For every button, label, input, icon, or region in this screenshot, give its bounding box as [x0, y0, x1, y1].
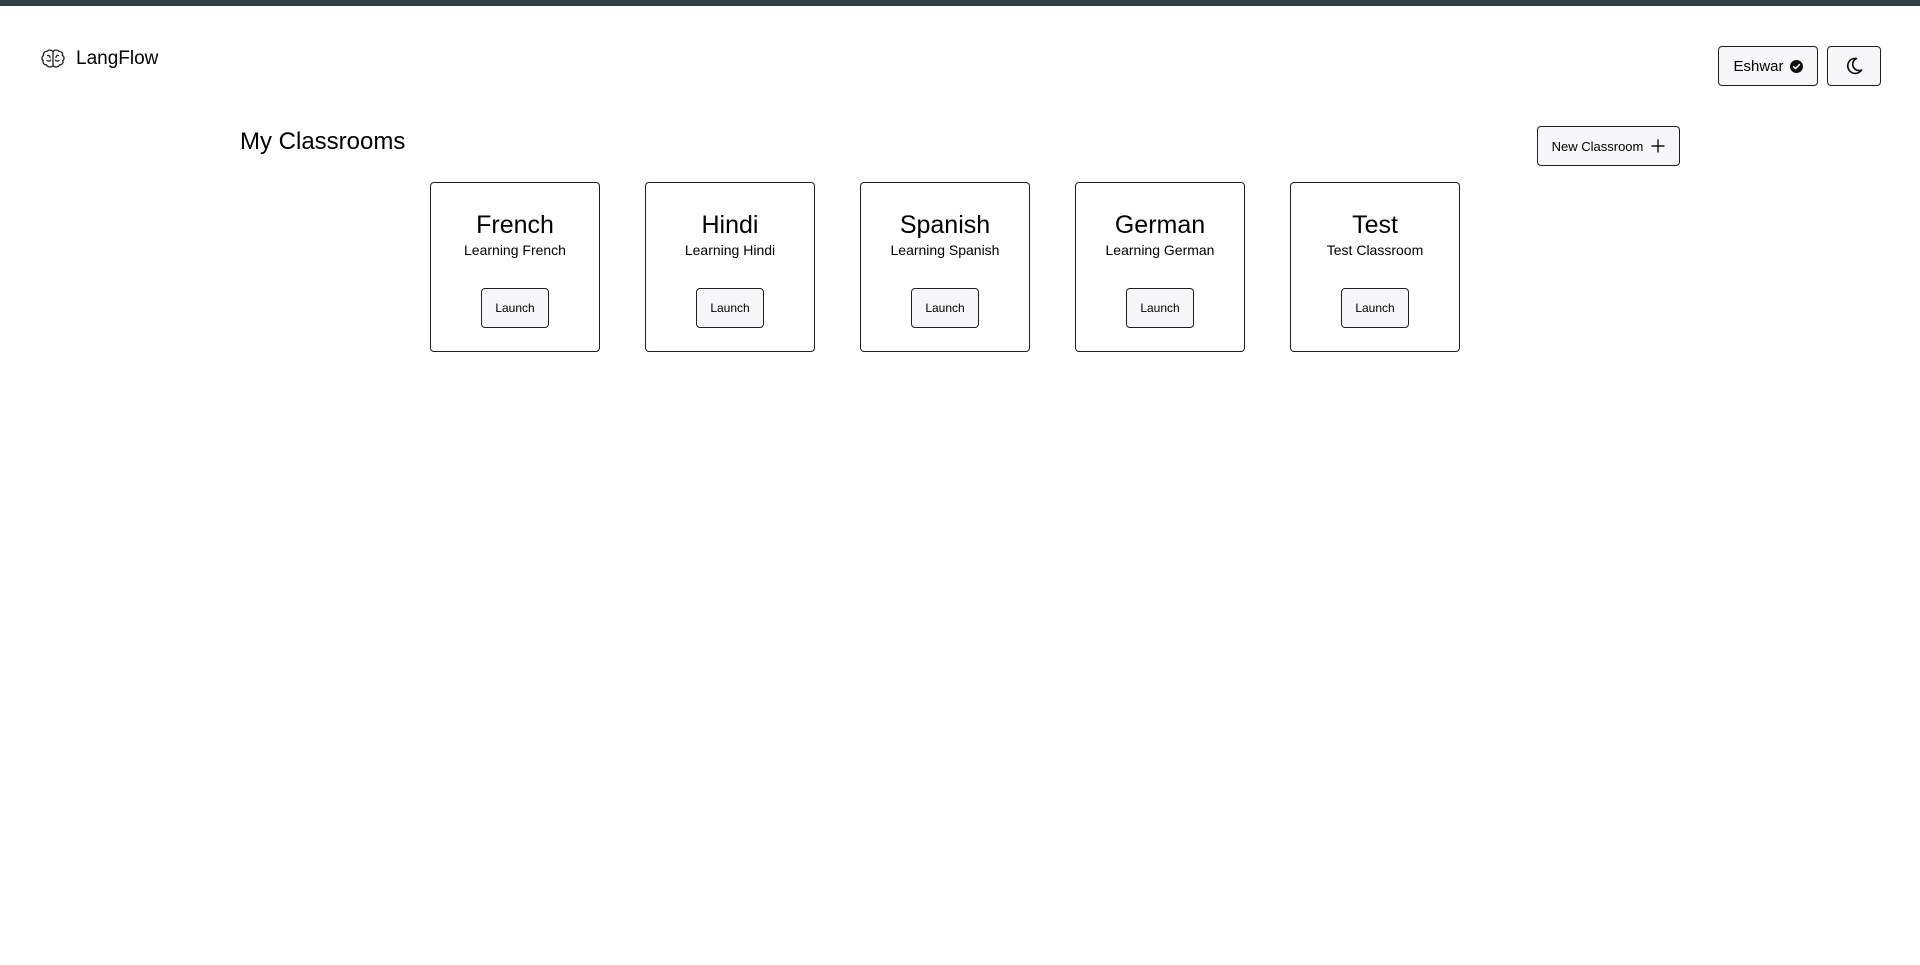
new-classroom-label: New Classroom — [1551, 138, 1644, 154]
classroom-description: Learning French — [464, 242, 566, 258]
classroom-title: Spanish — [899, 211, 991, 239]
brand-name: LangFlow — [76, 48, 159, 69]
classroom-description: Learning Hindi — [684, 242, 776, 258]
top-strip — [0, 0, 1920, 6]
moon-icon — [1846, 57, 1863, 75]
theme-toggle-button[interactable] — [1827, 46, 1881, 86]
user-name: Eshwar — [1733, 57, 1784, 75]
classroom-card: Hindi Learning Hindi Launch — [645, 182, 815, 352]
launch-button[interactable]: Launch — [1126, 288, 1194, 328]
classroom-card: German Learning German Launch — [1075, 182, 1245, 352]
user-menu-button[interactable]: Eshwar — [1718, 46, 1818, 86]
classroom-card: French Learning French Launch — [430, 182, 600, 352]
page-title: My Classrooms — [240, 128, 406, 155]
classroom-title: Hindi — [701, 211, 759, 239]
classroom-description: Test Classroom — [1326, 242, 1424, 258]
launch-button[interactable]: Launch — [911, 288, 979, 328]
classroom-description: Learning German — [1105, 242, 1215, 258]
launch-button[interactable]: Launch — [1341, 288, 1409, 328]
check-circle-icon — [1789, 59, 1803, 73]
classroom-grid: French Learning French Launch Hindi Lear… — [430, 182, 1460, 352]
brand[interactable]: LangFlow — [40, 47, 158, 71]
new-classroom-button[interactable]: New Classroom — [1537, 126, 1680, 166]
brain-icon — [41, 49, 65, 68]
classroom-card: Spanish Learning Spanish Launch — [860, 182, 1030, 352]
classroom-description: Learning Spanish — [890, 242, 1000, 258]
plus-icon — [1651, 139, 1666, 153]
launch-button[interactable]: Launch — [696, 288, 764, 328]
classroom-title: Test — [1352, 211, 1398, 239]
classroom-title: French — [476, 211, 554, 239]
classroom-title: German — [1114, 211, 1206, 239]
classroom-card: Test Test Classroom Launch — [1290, 182, 1460, 352]
launch-button[interactable]: Launch — [481, 288, 549, 328]
